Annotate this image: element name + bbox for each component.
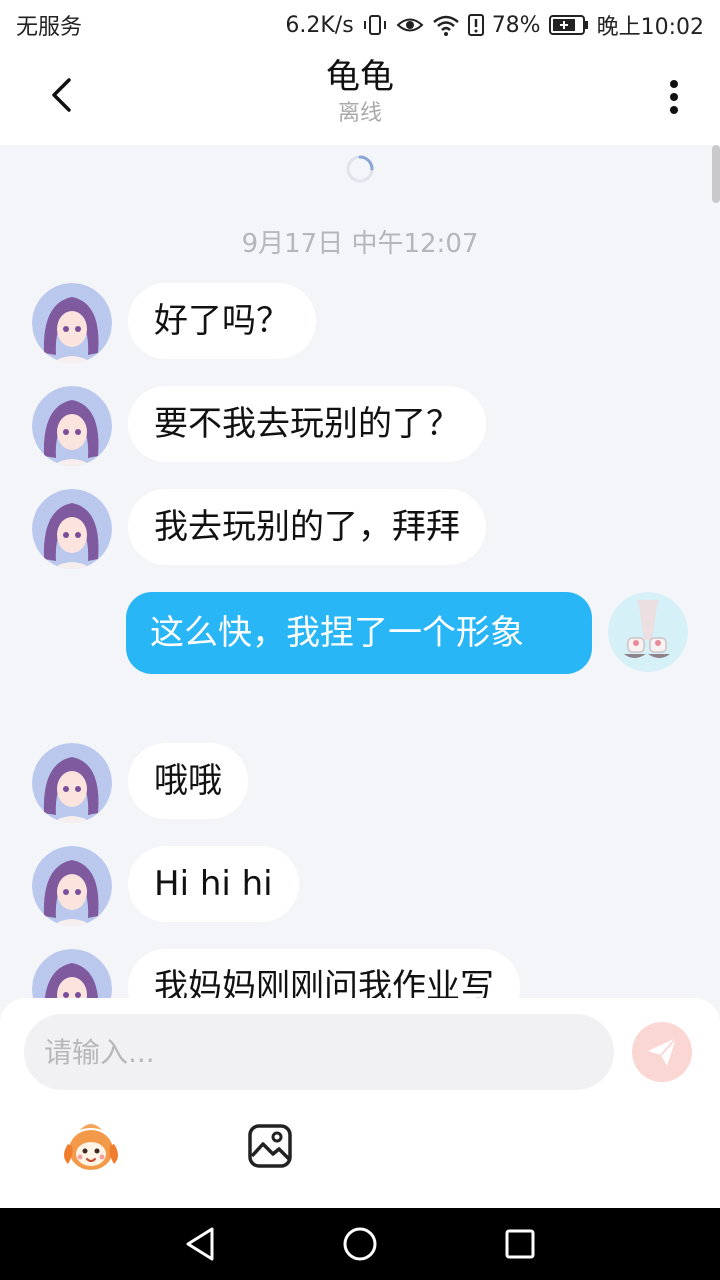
- eye-icon: [396, 13, 424, 37]
- battery-charging-icon: [548, 14, 589, 36]
- nav-home-button[interactable]: [340, 1224, 380, 1264]
- message-bubble[interactable]: Hi hi hi: [128, 846, 299, 922]
- clock-text: 晚上10:02: [596, 15, 704, 40]
- carrier-text: 无服务: [16, 15, 83, 40]
- wifi-icon: [432, 13, 460, 37]
- status-bar: 无服务 6.2K/s 78% 晚上10:02: [0, 0, 720, 50]
- message-bubble[interactable]: 我妈妈刚刚问我作业写: [128, 949, 520, 1000]
- network-speed: 6.2K/s: [285, 12, 354, 38]
- nav-recents-button[interactable]: [500, 1224, 540, 1264]
- message-timestamp: 9月17日 中午12:07: [241, 229, 479, 259]
- nav-back-icon: [186, 1227, 214, 1261]
- nav-back-button[interactable]: [180, 1224, 220, 1264]
- message-bubble[interactable]: 要不我去玩别的了？: [128, 386, 486, 462]
- more-vertical-icon: [670, 80, 678, 114]
- composer-panel: [0, 998, 720, 1208]
- battery-percent: 78%: [491, 12, 541, 38]
- contact-avatar[interactable]: [32, 283, 112, 363]
- loading-spinner-icon: [346, 155, 374, 183]
- vibrate-icon: [362, 13, 388, 37]
- send-icon: [648, 1037, 677, 1066]
- message-bubble[interactable]: 我去玩别的了，拜拜: [128, 489, 486, 565]
- contact-avatar[interactable]: [32, 386, 112, 466]
- message-bubble[interactable]: 好了吗？: [128, 283, 316, 359]
- nav-recents-icon: [505, 1229, 535, 1259]
- image-button[interactable]: [246, 1122, 294, 1170]
- message-list[interactable]: 9月17日 中午12:07 好了吗？ 要不我去玩别的了？ 我去玩别的了，拜拜 这…: [0, 145, 720, 1000]
- contact-avatar[interactable]: [32, 489, 112, 569]
- status-icons: 6.2K/s 78% 晚上10:02: [285, 9, 704, 41]
- emoji-mascot-icon: [64, 1124, 118, 1170]
- image-icon: [248, 1124, 292, 1168]
- message-bubble-self[interactable]: 这么快，我捏了一个形象: [126, 592, 592, 674]
- contact-avatar[interactable]: [32, 846, 112, 926]
- contact-avatar[interactable]: [32, 743, 112, 823]
- chat-header: 龟龟 离线: [0, 50, 720, 145]
- scrollbar[interactable]: [712, 145, 720, 203]
- my-avatar[interactable]: [608, 592, 688, 672]
- message-input[interactable]: [24, 1014, 614, 1090]
- nav-home-icon: [343, 1227, 377, 1261]
- contact-status: 离线: [337, 101, 382, 126]
- sim-alert-icon: [467, 13, 484, 37]
- more-options-button[interactable]: [654, 72, 694, 122]
- contact-name: 龟龟: [326, 57, 394, 97]
- emoji-button[interactable]: [60, 1120, 122, 1174]
- system-nav-bar: [0, 1208, 720, 1280]
- message-bubble[interactable]: 哦哦: [128, 743, 248, 819]
- title-block: 龟龟 离线: [0, 56, 720, 130]
- send-button[interactable]: [632, 1022, 692, 1082]
- contact-avatar[interactable]: [32, 949, 112, 1000]
